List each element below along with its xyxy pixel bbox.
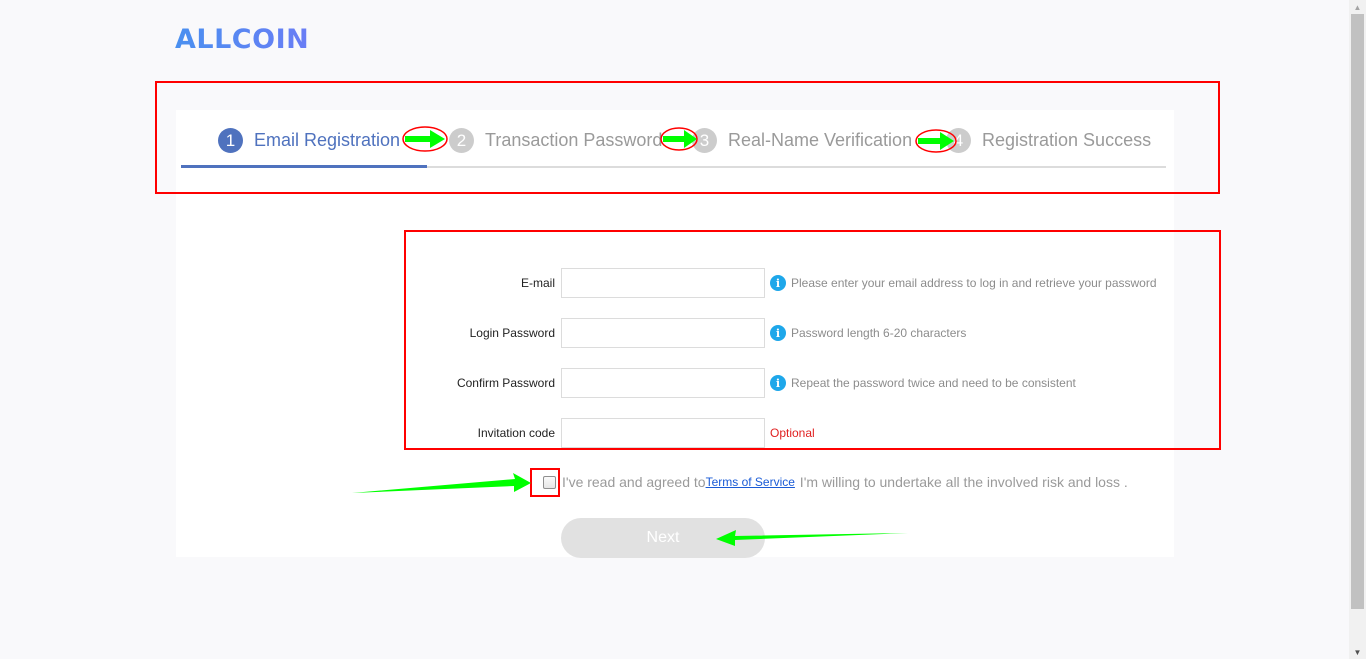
- info-icon: i: [770, 325, 786, 341]
- invitation-code-row: Invitation code Optional: [381, 418, 815, 448]
- info-icon: i: [770, 275, 786, 291]
- info-icon: i: [770, 375, 786, 391]
- step-email-registration: 1 Email Registration: [218, 128, 400, 153]
- step-number: 3: [692, 128, 717, 153]
- terms-of-service-link[interactable]: Terms of Service: [706, 475, 795, 489]
- step-transaction-password: 2 Transaction Password: [449, 128, 662, 153]
- registration-steps: 1 Email Registration 2 Transaction Passw…: [181, 124, 1166, 168]
- step-label: Real-Name Verification: [728, 130, 913, 150]
- terms-checkbox[interactable]: [543, 475, 556, 489]
- next-button[interactable]: Next: [561, 518, 765, 558]
- agreement-suffix: I'm willing to undertake all the involve…: [795, 474, 1128, 490]
- scroll-down-arrow-icon[interactable]: ▼: [1349, 645, 1366, 659]
- login-password-hint: i Password length 6-20 characters: [770, 325, 966, 341]
- login-password-row: Login Password i Password length 6-20 ch…: [381, 318, 966, 348]
- confirm-password-input[interactable]: [561, 368, 765, 398]
- confirm-password-hint-text: Repeat the password twice and need to be…: [791, 376, 1076, 390]
- step-label: Registration Success: [982, 130, 1152, 150]
- active-step-indicator: [181, 165, 427, 168]
- invitation-code-label: Invitation code: [477, 426, 555, 440]
- confirm-password-row: Confirm Password i Repeat the password t…: [381, 368, 1076, 398]
- allcoin-logo[interactable]: ALLCOIN: [175, 24, 309, 55]
- step-label: Transaction Password: [485, 130, 663, 150]
- step-number: 4: [946, 128, 971, 153]
- scrollbar-thumb[interactable]: [1351, 14, 1364, 609]
- agreement-prefix: I've read and agreed to: [562, 474, 706, 490]
- scroll-up-arrow-icon[interactable]: ▲: [1349, 0, 1366, 14]
- step-real-name-verification: 3 Real-Name Verification: [692, 128, 912, 153]
- invitation-code-input[interactable]: [561, 418, 765, 448]
- confirm-password-hint: i Repeat the password twice and need to …: [770, 375, 1076, 391]
- step-label: Email Registration: [254, 130, 401, 150]
- email-hint: i Please enter your email address to log…: [770, 275, 1157, 291]
- confirm-password-label: Confirm Password: [456, 376, 555, 390]
- login-password-label: Login Password: [469, 326, 555, 340]
- step-registration-success: 4 Registration Success: [946, 128, 1151, 153]
- step-number: 1: [218, 128, 243, 153]
- login-password-hint-text: Password length 6-20 characters: [791, 326, 967, 340]
- optional-note: Optional: [770, 426, 815, 440]
- email-hint-text: Please enter your email address to log i…: [791, 276, 1157, 290]
- login-password-input[interactable]: [561, 318, 765, 348]
- step-number: 2: [449, 128, 474, 153]
- terms-agreement: I've read and agreed to Terms of Service…: [541, 474, 1128, 490]
- email-input[interactable]: [561, 268, 765, 298]
- email-label: E-mail: [520, 276, 555, 290]
- vertical-scrollbar[interactable]: ▲ ▼: [1349, 0, 1366, 659]
- email-row: E-mail i Please enter your email address…: [381, 268, 1157, 298]
